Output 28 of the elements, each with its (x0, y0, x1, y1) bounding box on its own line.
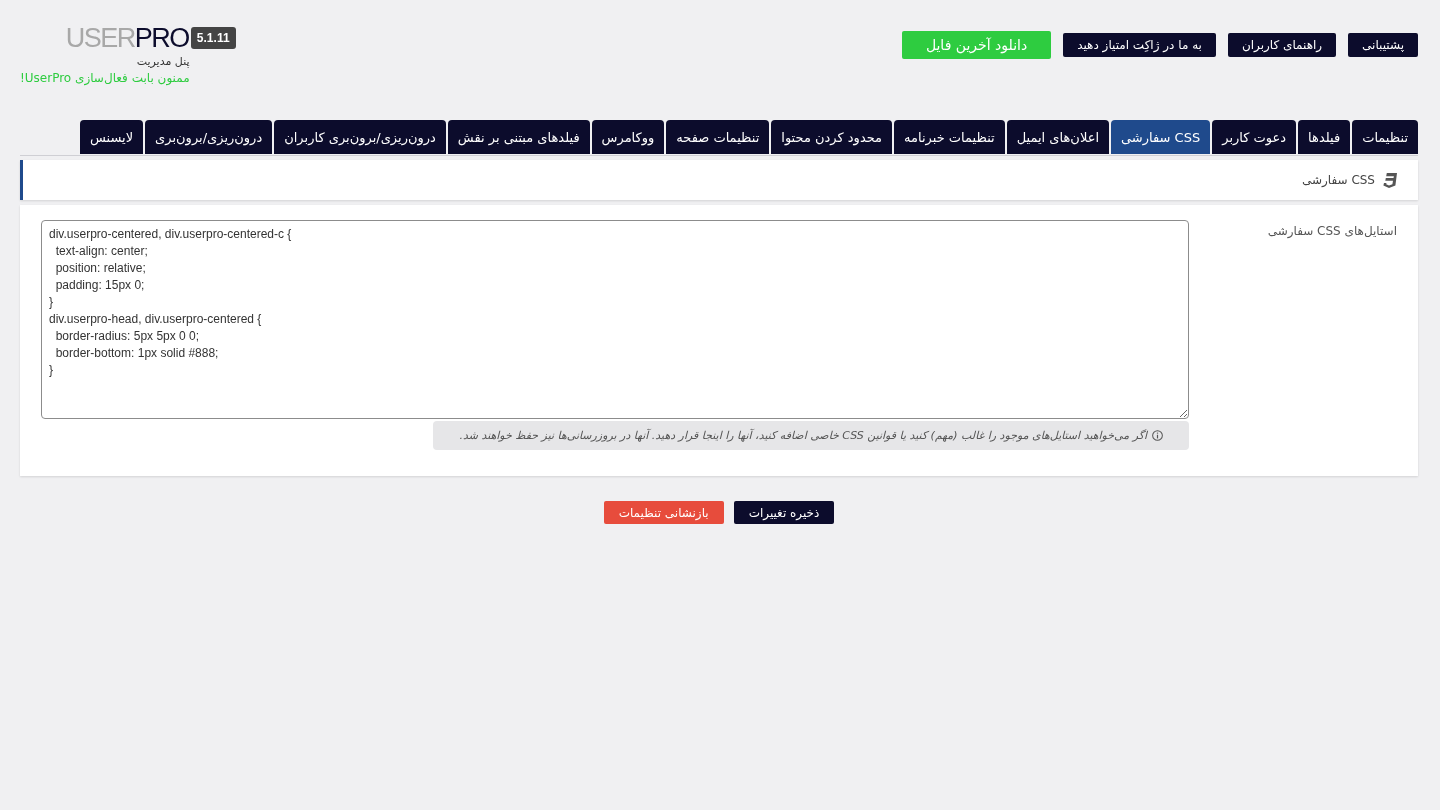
header-button[interactable]: راهنمای کاربران (1227, 33, 1337, 57)
tab[interactable]: لایسنس (79, 120, 144, 154)
css3-icon (1383, 172, 1397, 188)
tab[interactable]: درون‌ریزی/برون‌بری کاربران (274, 120, 446, 154)
header-button[interactable]: پشتیبانی (1348, 33, 1418, 57)
version-badge: 5.1.11 (190, 27, 236, 49)
tab[interactable]: اعلان‌های ایمیل (1006, 120, 1110, 154)
tab[interactable]: تنظیمات (1352, 120, 1418, 154)
tab[interactable]: فیلدهای مبتنی بر نقش (447, 120, 590, 154)
tab[interactable]: درون‌ریزی/برون‌بری (145, 120, 273, 154)
tab[interactable]: تنظیمات صفحه (666, 120, 770, 154)
tab[interactable]: فیلدها (1298, 120, 1351, 154)
tab[interactable]: محدود کردن محتوا (771, 120, 893, 154)
tab[interactable]: دعوت کاربر (1212, 120, 1297, 154)
save-button[interactable]: ذخیره تغییرات (733, 501, 835, 524)
section-title: CSS سفارشی (1301, 173, 1375, 187)
tab[interactable]: تنظیمات خبرنامه (894, 120, 1005, 154)
header-button[interactable]: به ما در ژاکِت امتیاز دهید (1063, 33, 1216, 57)
css-code-field[interactable]: div.userpro-centered, div.userpro-centered-c { text-align: center; position: relative; padding: 15px 0; } div.userpro-head, div.userpro-centered { border-radius: 5px 5px 0 0; border-bottom: 1px solid #888; } (41, 220, 1189, 419)
reset-button[interactable]: بازنشانی تنظیمات (603, 501, 724, 524)
tab[interactable]: CSS سفارشی (1111, 120, 1211, 154)
help-text: اگر می‌خواهید استایل‌های موجود را غالب (مهم) کنید یا قوانین CSS خاصی اضافه کنید، آنها را اینجا قرار دهید. آنها در بروزرسانی‌ها نیز حفظ خواهند شد. (459, 429, 1147, 442)
tab[interactable]: ووکامرس (591, 120, 665, 154)
panel-subtitle: پنل مدیریت (136, 55, 190, 68)
activation-notice: ممنون بابت فعال‌سازی UserPro! (20, 71, 190, 85)
field-label: استایل‌های CSS سفارشی (1267, 224, 1397, 238)
info-icon (1152, 430, 1163, 441)
logo-wordmark: USERPRO (65, 24, 189, 52)
